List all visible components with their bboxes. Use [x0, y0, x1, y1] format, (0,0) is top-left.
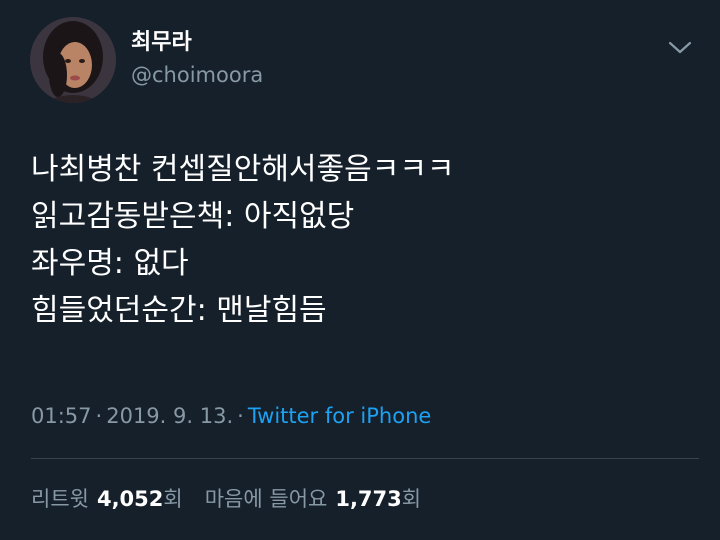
- divider: [31, 458, 699, 459]
- tweet-source-link[interactable]: Twitter for iPhone: [248, 404, 432, 428]
- tweet-line: 나최병찬 컨셉질안해서좋음ㅋㅋㅋ: [31, 152, 455, 187]
- tweet-menu-button[interactable]: [664, 32, 696, 64]
- tweet-meta: 01:57 · 2019. 9. 13. · Twitter for iPhone: [31, 402, 431, 430]
- user-handle[interactable]: @choimoora: [131, 62, 263, 88]
- meta-separator: ·: [95, 404, 103, 428]
- likes-stat[interactable]: 마음에 들어요 1,773회: [205, 487, 421, 511]
- likes-unit: 회: [401, 487, 422, 511]
- likes-count: 1,773: [335, 487, 402, 511]
- retweets-stat[interactable]: 리트윗 4,052회: [31, 487, 183, 511]
- display-name[interactable]: 최무라: [131, 30, 192, 56]
- tweet-date[interactable]: 2019. 9. 13.: [106, 404, 233, 428]
- tweet-text: 나최병찬 컨셉질안해서좋음ㅋㅋㅋ 읽고감동받은책: 아직없당 좌우명: 없다 힘…: [31, 146, 691, 334]
- likes-label: 마음에 들어요: [204, 487, 328, 511]
- retweets-label: 리트윗: [31, 487, 89, 511]
- tweet-line: 읽고감동받은책: 아직없당: [31, 199, 355, 234]
- tweet-detail: 최무라 @choimoora 나최병찬 컨셉질안해서좋음ㅋㅋㅋ 읽고감동받은책:…: [0, 0, 720, 540]
- chevron-down-icon: [668, 41, 692, 54]
- retweets-count: 4,052: [96, 487, 164, 511]
- meta-separator: ·: [237, 404, 244, 428]
- tweet-time[interactable]: 01:57: [31, 404, 92, 428]
- tweet-line: 좌우명: 없다: [31, 246, 189, 281]
- avatar-image: [30, 17, 116, 103]
- tweet-stats: 리트윗 4,052회 마음에 들어요 1,773회: [31, 485, 421, 513]
- tweet-line: 힘들었던순간: 맨날힘듬: [31, 293, 327, 328]
- avatar[interactable]: [30, 17, 116, 103]
- retweets-unit: 회: [163, 487, 183, 511]
